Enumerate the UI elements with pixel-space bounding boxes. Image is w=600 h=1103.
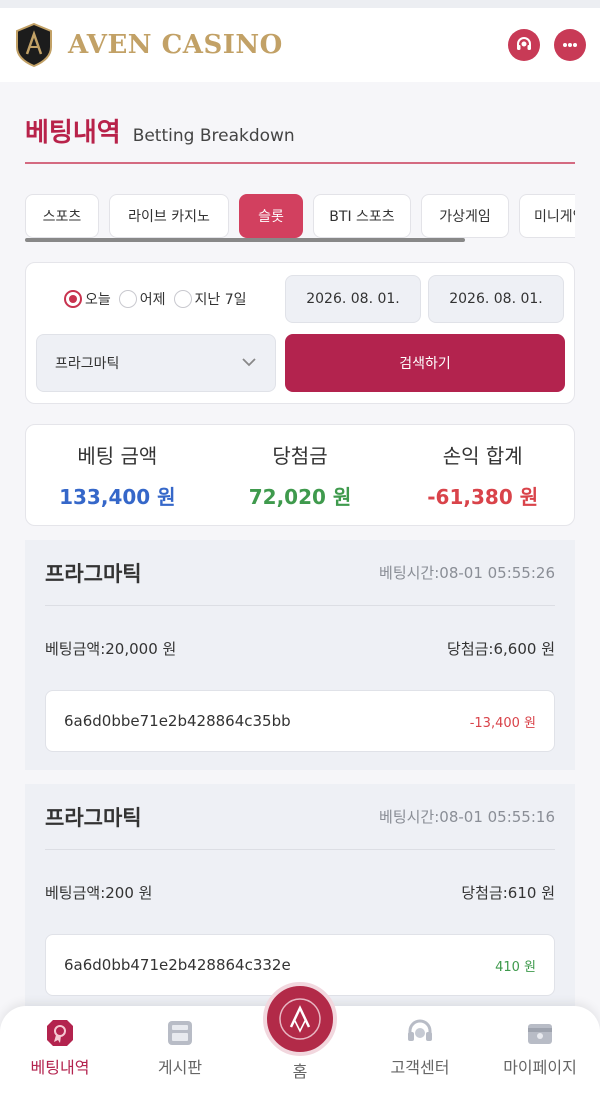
nav-label: 고객센터	[390, 1058, 450, 1077]
date-range-radios: 오늘 어제 지난 7일	[64, 289, 247, 309]
page-content: 베팅내역 Betting Breakdown 스포츠 라이브 카지노 슬롯 BT…	[0, 82, 600, 1103]
summary-bet: 베팅 금액 133,400 원	[26, 425, 209, 525]
nav-label: 베팅내역	[30, 1058, 90, 1077]
summary-pl: 손익 합계 -61,380 원	[391, 425, 574, 525]
tab-bti-sports[interactable]: BTI 스포츠	[313, 194, 411, 238]
chat-icon[interactable]	[554, 29, 586, 61]
search-button[interactable]: 검색하기	[285, 334, 565, 392]
top-bar: AVEN CASINO	[0, 0, 600, 82]
nav-mypage[interactable]: 마이페이지	[480, 1006, 600, 1103]
radio-yesterday[interactable]: 어제	[118, 289, 166, 309]
bottom-nav: 베팅내역 게시판 고객센터 마이페이지 홈	[0, 982, 600, 1103]
radio-unchecked-icon[interactable]	[118, 290, 137, 308]
home-button[interactable]	[263, 982, 337, 1056]
summary-win-label: 당첨금	[272, 444, 328, 468]
bet-id: 6a6d0bb471e2b428864c332e	[64, 956, 291, 974]
provider-select-value: 프라그마틱	[55, 356, 120, 372]
radio-last-7-days[interactable]: 지난 7일	[173, 289, 247, 309]
summary-pl-value: -61,380 원	[427, 485, 539, 509]
date-from-input[interactable]: 2026. 08. 01.	[285, 275, 421, 323]
ribbon-icon	[47, 1020, 73, 1046]
summary-bet-value: 133,400 원	[59, 485, 176, 509]
chevron-down-icon	[241, 355, 257, 371]
bet-amount: 베팅금액:20,000 원	[45, 639, 177, 658]
logo-icon[interactable]	[14, 23, 54, 67]
bet-time: 베팅시간:08-01 05:55:16	[379, 808, 555, 826]
tab-virtual-game[interactable]: 가상게임	[421, 194, 509, 238]
nav-label: 마이페이지	[503, 1058, 577, 1077]
radio-unchecked-icon[interactable]	[173, 290, 192, 308]
summary-bet-label: 베팅 금액	[77, 444, 158, 468]
bet-win: 당첨금:6,600 원	[447, 639, 555, 658]
nav-support[interactable]: 고객센터	[360, 1006, 480, 1103]
page-subtitle: Betting Breakdown	[132, 126, 295, 146]
bet-provider-name: 프라그마틱	[45, 805, 142, 830]
nav-label: 게시판	[157, 1058, 203, 1077]
bet-id-row: 6a6d0bbe71e2b428864c35bb -13,400 원	[45, 690, 555, 752]
tab-mini-game[interactable]: 미니게임	[519, 194, 575, 238]
game-tabs: 스포츠 라이브 카지노 슬롯 BTI 스포츠 가상게임 미니게임	[25, 194, 575, 242]
filter-panel: 오늘 어제 지난 7일 2026. 08. 01. 2026. 08. 01. …	[25, 262, 575, 404]
provider-select[interactable]: 프라그마틱	[36, 334, 276, 392]
bet-provider-name: 프라그마틱	[45, 561, 142, 586]
bet-profit-loss: -13,400 원	[469, 715, 536, 731]
bet-card: 프라그마틱 베팅시간:08-01 05:55:26 베팅금액:20,000 원 …	[25, 540, 575, 770]
bet-time: 베팅시간:08-01 05:55:26	[379, 564, 555, 582]
summary-pl-label: 손익 합계	[442, 444, 523, 468]
headset-icon[interactable]	[508, 29, 540, 61]
bet-id: 6a6d0bbe71e2b428864c35bb	[64, 712, 291, 730]
board-icon	[168, 1021, 192, 1045]
bet-amount: 베팅금액:200 원	[45, 883, 153, 902]
radio-checked-icon[interactable]	[64, 290, 82, 308]
headset-icon	[408, 1019, 432, 1041]
nav-betting-history[interactable]: 베팅내역	[0, 1006, 120, 1103]
logo-icon	[279, 998, 321, 1040]
nav-board[interactable]: 게시판	[120, 1006, 240, 1103]
tab-slot[interactable]: 슬롯	[239, 194, 303, 238]
tab-sports[interactable]: 스포츠	[25, 194, 99, 238]
summary-win-value: 72,020 원	[248, 485, 352, 509]
tabs-scrollbar[interactable]	[25, 238, 465, 242]
bet-win: 당첨금:610 원	[461, 883, 555, 902]
summary-win: 당첨금 72,020 원	[209, 425, 392, 525]
radio-today[interactable]: 오늘	[64, 289, 111, 309]
page-title: 베팅내역	[25, 118, 121, 148]
bet-profit-loss: 410 원	[495, 959, 536, 975]
wallet-icon	[528, 1024, 552, 1044]
brand-name: AVEN CASINO	[68, 30, 283, 60]
tab-live-casino[interactable]: 라이브 카지노	[109, 194, 229, 238]
page-title-row: 베팅내역 Betting Breakdown	[25, 112, 575, 164]
date-to-input[interactable]: 2026. 08. 01.	[428, 275, 564, 323]
summary-card: 베팅 금액 133,400 원 당첨금 72,020 원 손익 합계 -61,3…	[25, 424, 575, 526]
